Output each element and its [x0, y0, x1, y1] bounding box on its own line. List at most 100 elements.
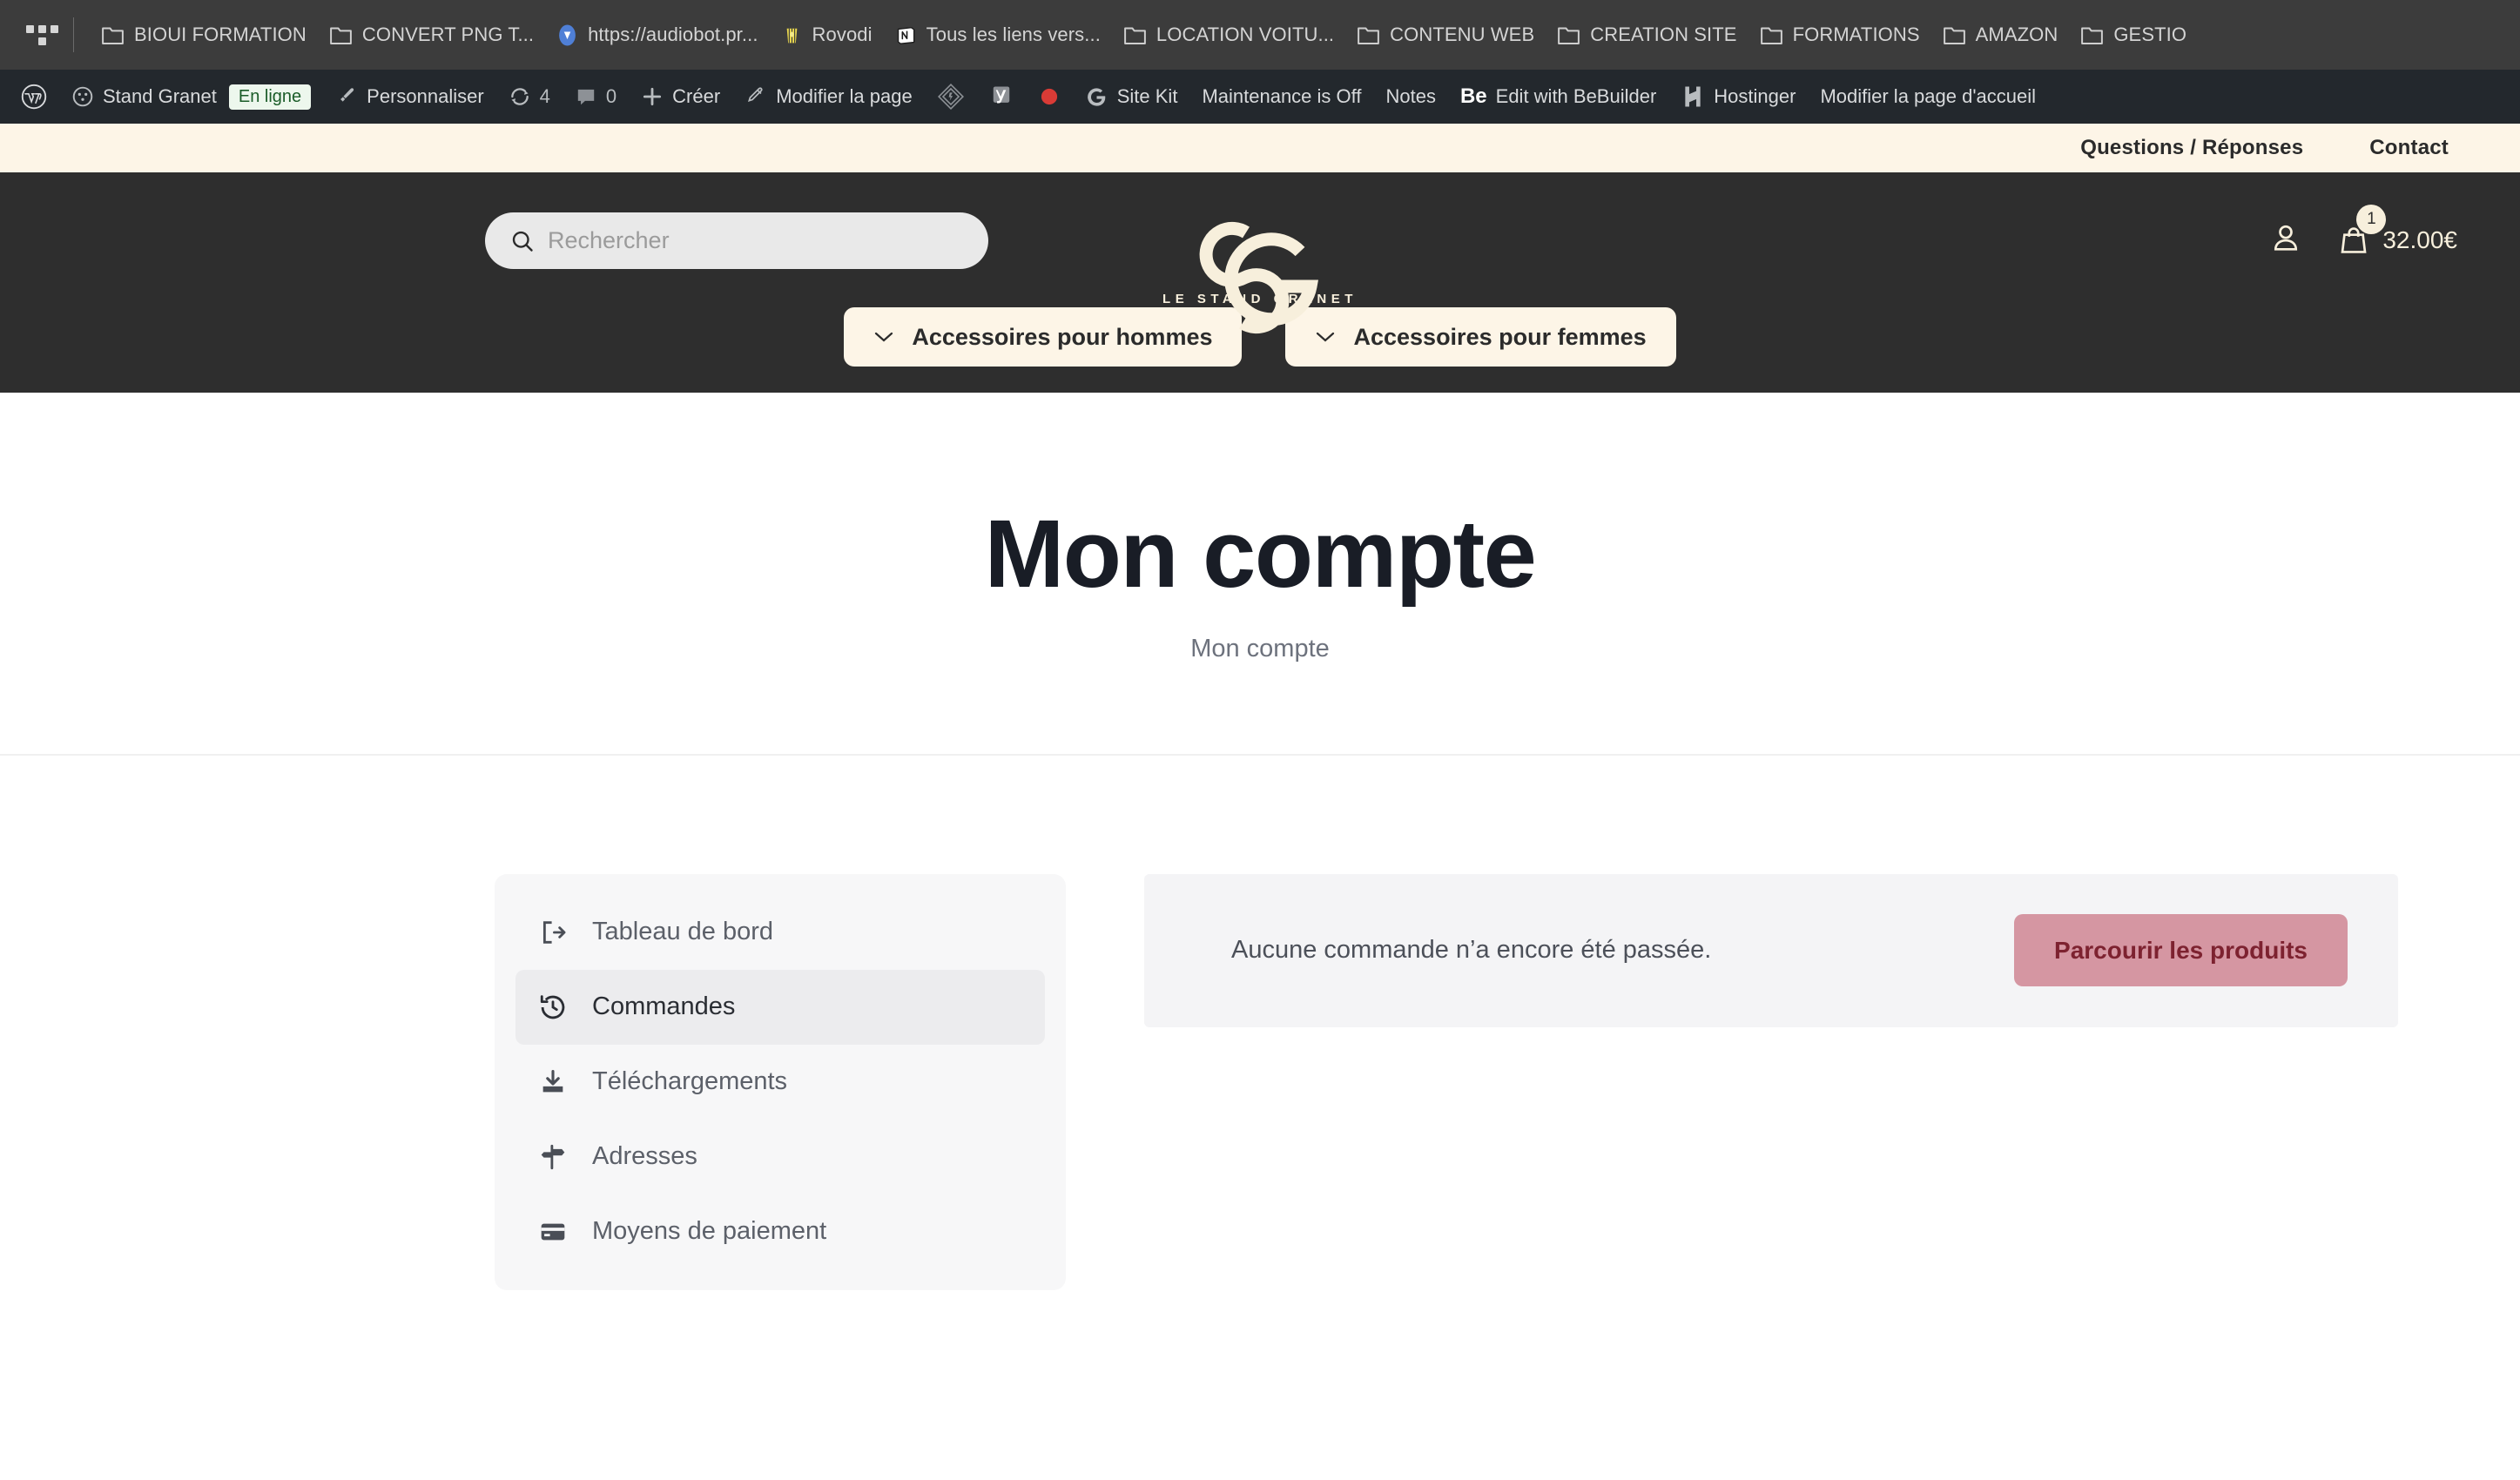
wp-comments-count: 0 [605, 85, 617, 107]
notion-favicon [897, 26, 914, 44]
wp-notes-label: Notes [1385, 85, 1436, 107]
search-icon [512, 231, 533, 252]
bebuilder-mark-icon: Be [1459, 84, 1487, 108]
folder-icon [1124, 27, 1146, 44]
nav-link-contact[interactable]: Contact [2369, 136, 2449, 160]
account-content: Aucune commande n’a encore été passée. P… [1144, 873, 2398, 1290]
popcorn-favicon [786, 28, 797, 43]
bookmark-label: CONTENU WEB [1390, 24, 1535, 45]
search-input[interactable] [548, 227, 948, 254]
wp-new-content-button[interactable]: Créer [629, 70, 732, 124]
elementor-diamond-icon [937, 84, 964, 110]
toolbar-divider [73, 17, 74, 52]
wp-site-name: Stand Granet [103, 85, 217, 107]
bookmark-item[interactable]: Tous les liens vers... [884, 17, 1112, 52]
header-main-row: LE STAND GRANET 1 32.00€ [0, 172, 2520, 333]
status-badge-online: En ligne [228, 84, 312, 110]
sidebar-item-addresses[interactable]: Adresses [515, 1120, 1045, 1194]
wp-logo-button[interactable] [9, 70, 59, 124]
folder-icon [1943, 27, 1965, 44]
browse-products-button[interactable]: Parcourir les produits [2014, 914, 2348, 986]
page-hero: Mon compte Mon compte [0, 393, 2520, 756]
site-header: LE STAND GRANET 1 32.00€ [0, 172, 2520, 393]
wp-hostinger-button[interactable]: Hostinger [1668, 70, 1808, 124]
nav-link-faq[interactable]: Questions / Réponses [2080, 136, 2303, 160]
bookmark-item[interactable]: LOCATION VOITU... [1112, 17, 1345, 52]
dashboard-icon [542, 920, 566, 944]
sg-monogram-icon [1199, 221, 1319, 333]
wp-elementor-button[interactable] [925, 70, 977, 124]
sidebar-label-dashboard: Tableau de bord [592, 918, 773, 945]
pencil-edit-icon [748, 87, 763, 103]
history-clock-icon [540, 994, 565, 1019]
wp-maintenance-label: Maintenance is Off [1202, 85, 1362, 107]
apps-grid-icon[interactable] [23, 16, 61, 54]
wp-admin-bar: Stand Granet En ligne Personnaliser 4 0 … [0, 70, 2520, 124]
folder-icon [329, 27, 352, 44]
bookmark-item[interactable]: FORMATIONS [1749, 17, 1931, 52]
plus-icon [643, 87, 662, 106]
page-title: Mon compte [984, 501, 1537, 608]
bookmark-label: BIOUI FORMATION [134, 24, 307, 45]
category-label-femmes: Accessoires pour femmes [1353, 323, 1647, 350]
bookmark-item[interactable]: Rovodi [770, 17, 884, 52]
sidebar-label-payment-methods: Moyens de paiement [592, 1217, 827, 1245]
hostinger-icon [1685, 86, 1701, 107]
google-g-icon [1087, 87, 1106, 106]
site-logo-text: LE STAND GRANET [1162, 292, 1358, 306]
bookmark-item[interactable]: CREATION SITE [1546, 17, 1748, 52]
account-area: Tableau de bord Commandes Téléchargement… [0, 756, 2520, 1290]
site-logo[interactable]: LE STAND GRANET [1151, 190, 1369, 368]
folder-icon [2081, 27, 2104, 44]
wp-edit-home-button[interactable]: Modifier la page d'accueil [1808, 70, 2048, 124]
account-button[interactable] [2269, 221, 2302, 259]
cart-button[interactable]: 1 32.00€ [2337, 204, 2457, 257]
yoast-icon [993, 86, 1009, 104]
cart-total: 32.00€ [2382, 225, 2457, 253]
bookmark-item[interactable]: https://audiobot.pr... [545, 17, 769, 52]
folder-icon [1760, 27, 1782, 44]
wp-yoast-button[interactable] [977, 70, 1026, 124]
bookmark-item[interactable]: CONVERT PNG T... [318, 17, 545, 52]
bookmark-item[interactable]: GESTIO [2069, 17, 2198, 52]
bookmark-item[interactable]: BIOUI FORMATION [90, 17, 318, 52]
wp-comments-button[interactable]: 0 [563, 70, 629, 124]
bookmark-label: Rovodi [812, 24, 873, 45]
wp-maintenance-button[interactable]: Maintenance is Off [1189, 70, 1373, 124]
wordpress-icon [21, 84, 47, 110]
wp-site-kit-button[interactable]: Site Kit [1073, 70, 1190, 124]
sidebar-item-downloads[interactable]: Téléchargements [515, 1045, 1045, 1120]
wp-updates-count: 4 [539, 85, 550, 107]
sidebar-label-orders: Commandes [592, 992, 736, 1020]
wp-customize-button[interactable]: Personnaliser [323, 70, 496, 124]
sidebar-item-dashboard[interactable]: Tableau de bord [515, 895, 1045, 970]
wp-recording-indicator[interactable] [1026, 70, 1073, 124]
red-dot-icon [1041, 88, 1057, 105]
wp-edit-home-label: Modifier la page d'accueil [1820, 85, 2037, 107]
sidebar-item-payment-methods[interactable]: Moyens de paiement [515, 1194, 1045, 1269]
bookmark-item[interactable]: CONTENU WEB [1345, 17, 1546, 52]
wp-bebuilder-label: Edit with BeBuilder [1495, 85, 1657, 107]
bookmark-label: AMAZON [1975, 24, 2058, 45]
wp-edit-page-button[interactable]: Modifier la page [732, 70, 925, 124]
bookmark-label: LOCATION VOITU... [1156, 24, 1335, 45]
comment-bubble-icon [577, 89, 595, 105]
search-box[interactable] [485, 212, 988, 269]
wp-site-name-button[interactable]: Stand Granet En ligne [59, 70, 323, 124]
signpost-icon [541, 1144, 565, 1169]
account-sidebar: Tableau de bord Commandes Téléchargement… [495, 873, 1066, 1290]
header-actions: 1 32.00€ [2269, 204, 2457, 259]
wp-notes-button[interactable]: Notes [1373, 70, 1447, 124]
paintbrush-icon [340, 88, 354, 102]
site-utility-bar: Questions / Réponses Contact [0, 124, 2520, 172]
update-refresh-icon [510, 88, 529, 105]
credit-card-icon [541, 1223, 565, 1240]
user-icon [2274, 225, 2298, 251]
bookmark-item[interactable]: AMAZON [1931, 17, 2070, 52]
sidebar-item-orders[interactable]: Commandes [515, 969, 1045, 1045]
sidebar-label-addresses: Adresses [592, 1142, 697, 1170]
sidebar-label-downloads: Téléchargements [592, 1067, 788, 1095]
wp-updates-button[interactable]: 4 [496, 70, 563, 124]
wp-bebuilder-button[interactable]: Be Edit with BeBuilder [1448, 70, 1668, 124]
wp-new-label: Créer [672, 85, 721, 107]
